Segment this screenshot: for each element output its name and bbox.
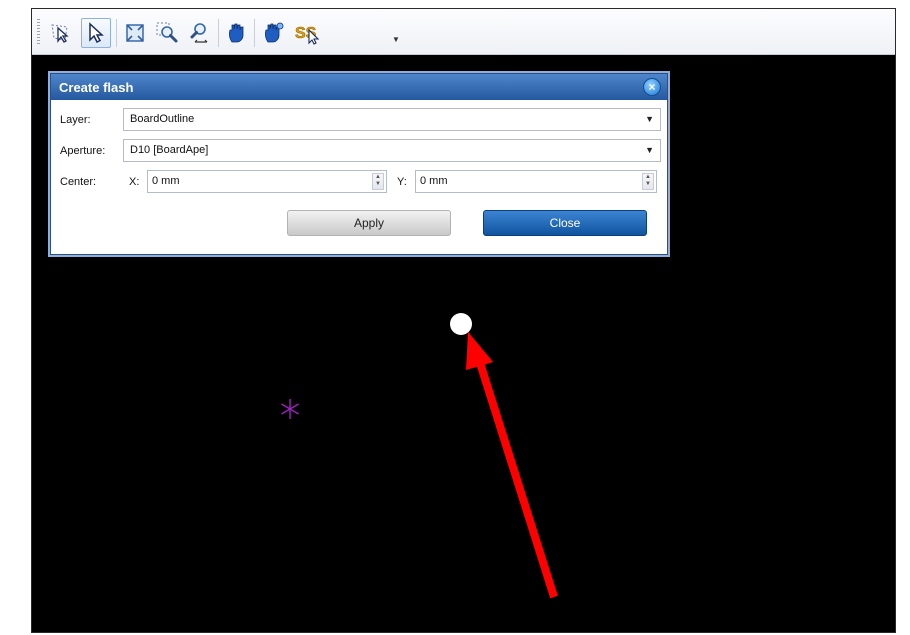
annotation-arrow	[466, 332, 558, 599]
app-window: SS ▼ Create flash × Layer: BoardOutline …	[31, 8, 896, 633]
